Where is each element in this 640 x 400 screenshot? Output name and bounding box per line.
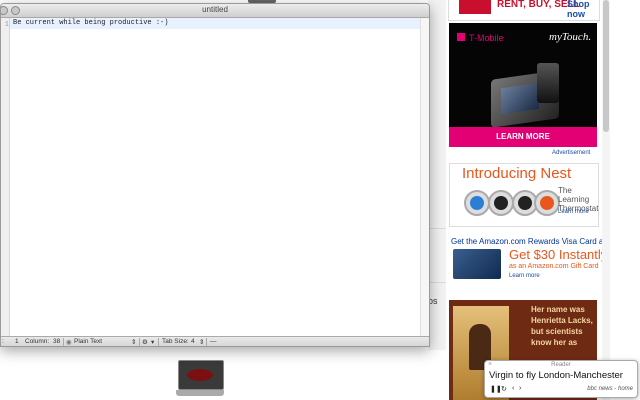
laptop-product-image[interactable] <box>176 360 224 400</box>
line-label: : <box>2 338 4 345</box>
settings-gear-icon[interactable]: ⚙ <box>142 338 148 346</box>
editor-status-bar: : 1 Column: 38 ◉ Plain Text ⇕ ⚙ ▾ Tab Si… <box>1 336 429 346</box>
amazon-ad-learn-more-link[interactable]: Learn more <box>509 273 540 279</box>
background-divider <box>428 228 446 229</box>
editor-text-line[interactable]: Be current while being productive :-) <box>13 19 168 27</box>
nest-ad-learn-more-link[interactable]: Learn more <box>558 209 589 215</box>
next-icon[interactable]: › <box>519 385 521 392</box>
column-label: Column: <box>25 338 50 345</box>
amazon-ad-gift: as an Amazon.com Gift Card <box>509 263 599 270</box>
text-editor-window[interactable]: untitled 1 Be current while being produc… <box>0 3 430 347</box>
news-notification-popup[interactable]: × Reader Virgin to fly London-Manchester… <box>484 360 638 398</box>
line-value: 1 <box>15 338 19 345</box>
page-scrollbar[interactable] <box>602 0 610 400</box>
pause-icon[interactable]: ❚❚ <box>490 385 502 393</box>
thermostat-image <box>488 190 514 216</box>
laptop-base <box>176 390 224 396</box>
page-right-margin <box>610 0 640 400</box>
syntax-selector[interactable]: Plain Text <box>74 338 102 345</box>
mytouch-logo: myTouch. <box>549 31 592 43</box>
book-image <box>459 0 491 14</box>
window-title: untitled <box>202 5 228 14</box>
tab-size-dropdown-icon[interactable]: ⇕ <box>199 338 204 346</box>
background-divider <box>428 282 446 283</box>
amazon-ad-headline: Get the Amazon.com Rewards Visa Card and <box>451 237 613 246</box>
symbol-selector[interactable]: — <box>210 338 217 345</box>
text-area[interactable]: Be current while being productive :-) <box>10 18 429 336</box>
background-page-column <box>428 0 446 400</box>
column-value: 38 <box>53 338 61 345</box>
book-ad-text: Her name was Henrietta Lacks, but scient… <box>531 305 593 347</box>
rent-ad-shop-link[interactable]: Shop now <box>567 0 599 19</box>
status-divider <box>63 338 64 346</box>
rent-buy-sell-ad[interactable]: RENT, BUY, SELL Shop now <box>448 0 600 21</box>
status-divider <box>139 338 140 346</box>
phone-image-secondary <box>537 63 559 103</box>
tmobile-mytouch-ad[interactable]: T-Mobile myTouch. LEARN MORE <box>449 23 597 147</box>
tmobile-brand: T-Mobile <box>469 33 504 43</box>
line-number-gutter: 1 <box>1 18 10 336</box>
page-scrollbar-thumb[interactable] <box>603 0 609 132</box>
laptop-screen <box>178 360 224 390</box>
amazon-ad-offer: Get $30 Instantly <box>509 247 608 262</box>
syntax-dropdown-icon[interactable]: ⇕ <box>131 338 136 346</box>
amazon-visa-ad[interactable]: Get the Amazon.com Rewards Visa Card and… <box>449 235 612 287</box>
nest-thermostat-ad[interactable]: Introducing Nest The Learning Thermostat… <box>449 163 599 227</box>
popup-source: Reader <box>551 362 571 368</box>
window-titlebar[interactable]: untitled <box>1 4 429 18</box>
nest-ad-title: Introducing Nest <box>462 165 572 182</box>
tab-size-value[interactable]: 4 <box>191 338 195 345</box>
thermostat-image <box>534 190 560 216</box>
status-divider <box>206 338 207 346</box>
advertisement-label[interactable]: Advertisement <box>552 150 590 156</box>
phone-screen <box>501 83 539 115</box>
learn-more-button[interactable]: LEARN MORE <box>449 127 597 147</box>
status-divider <box>158 338 159 346</box>
credit-card-image <box>453 249 501 279</box>
refresh-icon[interactable]: ↻ <box>501 385 507 393</box>
news-headline[interactable]: Virgin to fly London-Manchester <box>489 370 623 381</box>
line-number: 1 <box>4 21 9 29</box>
tab-size-label[interactable]: Tab Size: <box>162 338 189 345</box>
previous-icon[interactable]: ‹ <box>512 385 514 392</box>
editor-scrollbar[interactable] <box>420 18 429 336</box>
thermostat-image <box>464 190 490 216</box>
gear-dropdown-icon[interactable]: ▾ <box>151 338 154 346</box>
ads-column: RENT, BUY, SELL Shop now T-Mobile myTouc… <box>448 0 612 400</box>
tmobile-logo-icon <box>457 33 465 41</box>
syntax-dot-icon: ◉ <box>66 339 72 346</box>
news-feed-name: bbc news - home <box>587 386 633 392</box>
background-bottom-area <box>0 350 448 400</box>
